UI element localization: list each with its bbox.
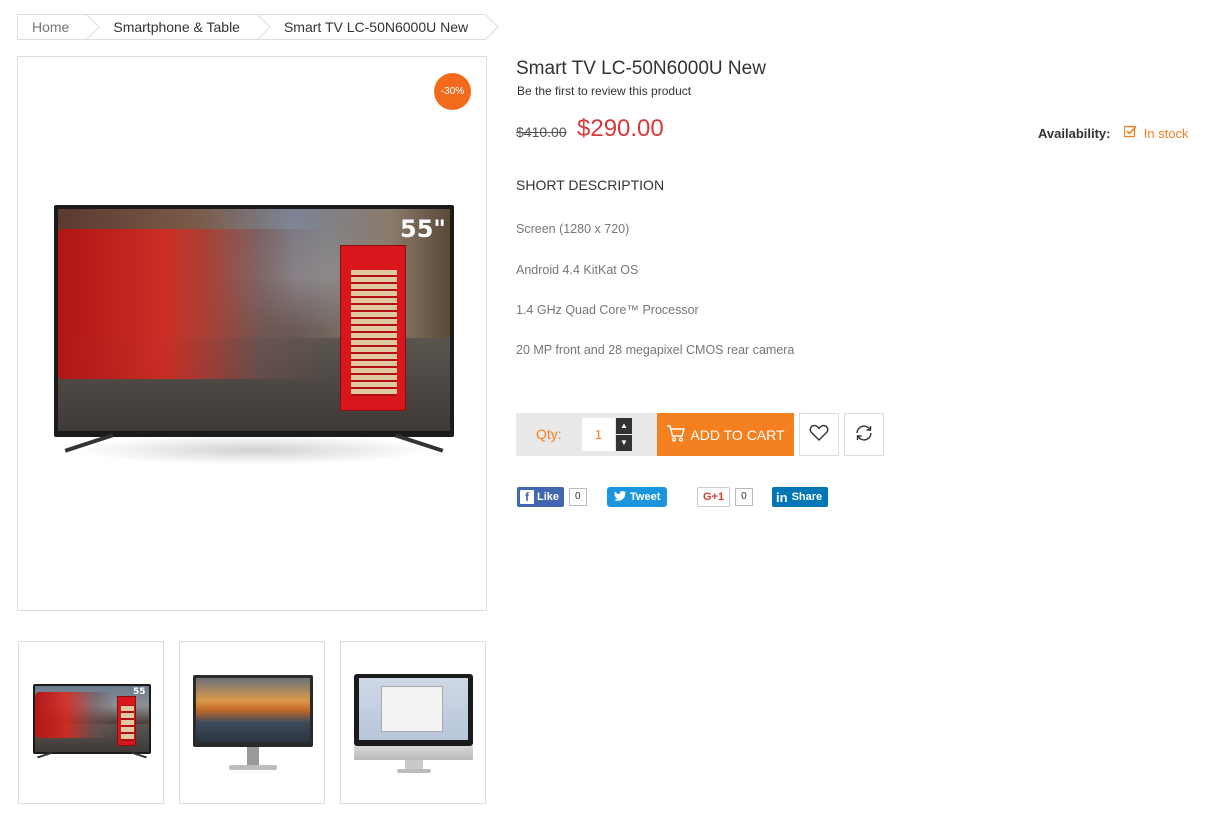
linkedin-icon: in (776, 489, 788, 505)
tv-image: 55" (54, 205, 454, 465)
tv-phone-booth (117, 696, 136, 746)
tv-size-badge: 55" (400, 215, 446, 243)
add-to-cart-label: ADD TO CART (690, 426, 785, 443)
monitor-foot (229, 765, 277, 770)
imac-chin (354, 746, 473, 760)
linkedin-share[interactable]: in Share (772, 487, 829, 507)
tv-screen: 55 (35, 686, 149, 752)
caret-down-icon[interactable]: ▼ (616, 435, 632, 451)
quantity-box: Qty: ▲ ▼ (516, 413, 658, 456)
product-main-image[interactable]: 55" (17, 56, 487, 611)
tweet-button[interactable]: Tweet (607, 487, 668, 507)
thumbnail-tv[interactable]: 55 (18, 641, 164, 804)
add-to-compare-button[interactable] (844, 413, 884, 456)
check-square-icon (1123, 125, 1141, 141)
tv-bus (58, 229, 328, 379)
breadcrumb-category[interactable]: Smartphone & Table (87, 14, 271, 40)
review-link[interactable]: Be the first to review this product (517, 84, 691, 98)
breadcrumb-category-label: Smartphone & Table (113, 19, 240, 35)
imac-screen (359, 678, 468, 740)
monitor-neck (247, 747, 259, 767)
thumbnail-imac[interactable] (340, 641, 486, 804)
tv-phone-booth-glass (121, 705, 134, 741)
tweet-label: Tweet (630, 491, 661, 503)
description-line: 1.4 GHz Quad Core™ Processor (516, 303, 699, 317)
google-plus-button[interactable]: G+1 (697, 487, 731, 507)
tv-phone-booth (340, 245, 406, 411)
caret-up-icon[interactable]: ▲ (616, 418, 632, 434)
add-to-wishlist-button[interactable] (799, 413, 839, 456)
imac-window (381, 686, 443, 732)
availability: Availability: In stock (1038, 125, 1189, 141)
facebook-icon: f (520, 490, 534, 504)
thumbnail-tv-image: 55 (33, 684, 151, 760)
tv-size-badge: 55 (133, 687, 146, 697)
monitor-image (193, 675, 313, 775)
price: $290.00 (577, 115, 664, 142)
linkedin-share-button[interactable]: in Share (772, 487, 829, 507)
breadcrumb-home[interactable]: Home (17, 14, 101, 40)
qty-label: Qty: (536, 426, 562, 442)
facebook-like[interactable]: f Like 0 (517, 487, 587, 507)
tv-screen: 55" (58, 209, 450, 431)
facebook-count: 0 (569, 488, 587, 506)
breadcrumb: Home Smartphone & Table Smart TV LC-50N6… (17, 14, 499, 40)
heart-icon (809, 424, 829, 445)
imac-foot (397, 769, 431, 773)
tv-bus (35, 692, 115, 738)
availability-label: Availability: (1038, 126, 1111, 141)
description-line: Screen (1280 x 720) (516, 222, 630, 236)
sale-badge: -30% (434, 73, 471, 110)
tv-phone-booth-glass (351, 270, 397, 396)
breadcrumb-separator (473, 14, 499, 40)
twitter-tweet[interactable]: Tweet (607, 487, 668, 507)
product-title: Smart TV LC-50N6000U New (516, 58, 766, 79)
description-line: Android 4.4 KitKat OS (516, 263, 639, 277)
refresh-icon (854, 424, 874, 445)
qty-input[interactable] (582, 418, 615, 451)
google-plus-count: 0 (735, 488, 753, 506)
tv-shadow (74, 435, 434, 465)
thumbnail-monitor[interactable] (179, 641, 325, 804)
old-price: $410.00 (516, 124, 567, 140)
twitter-icon (614, 490, 626, 504)
description-line: 20 MP front and 28 megapixel CMOS rear c… (516, 343, 795, 357)
add-to-cart-button[interactable]: ADD TO CART (657, 413, 794, 456)
breadcrumb-home-label: Home (32, 19, 70, 35)
breadcrumb-current-label: Smart TV LC-50N6000U New (283, 19, 469, 35)
breadcrumb-current: Smart TV LC-50N6000U New (257, 14, 499, 40)
facebook-like-label: Like (537, 491, 560, 503)
facebook-like-button[interactable]: f Like (517, 487, 565, 507)
availability-value: In stock (1143, 126, 1189, 141)
cart-icon (666, 424, 686, 445)
short-description-title: SHORT DESCRIPTION (516, 177, 665, 193)
google-plus-one[interactable]: G+1 0 (697, 487, 753, 507)
monitor-screen (196, 678, 310, 742)
linkedin-share-label: Share (791, 491, 823, 503)
